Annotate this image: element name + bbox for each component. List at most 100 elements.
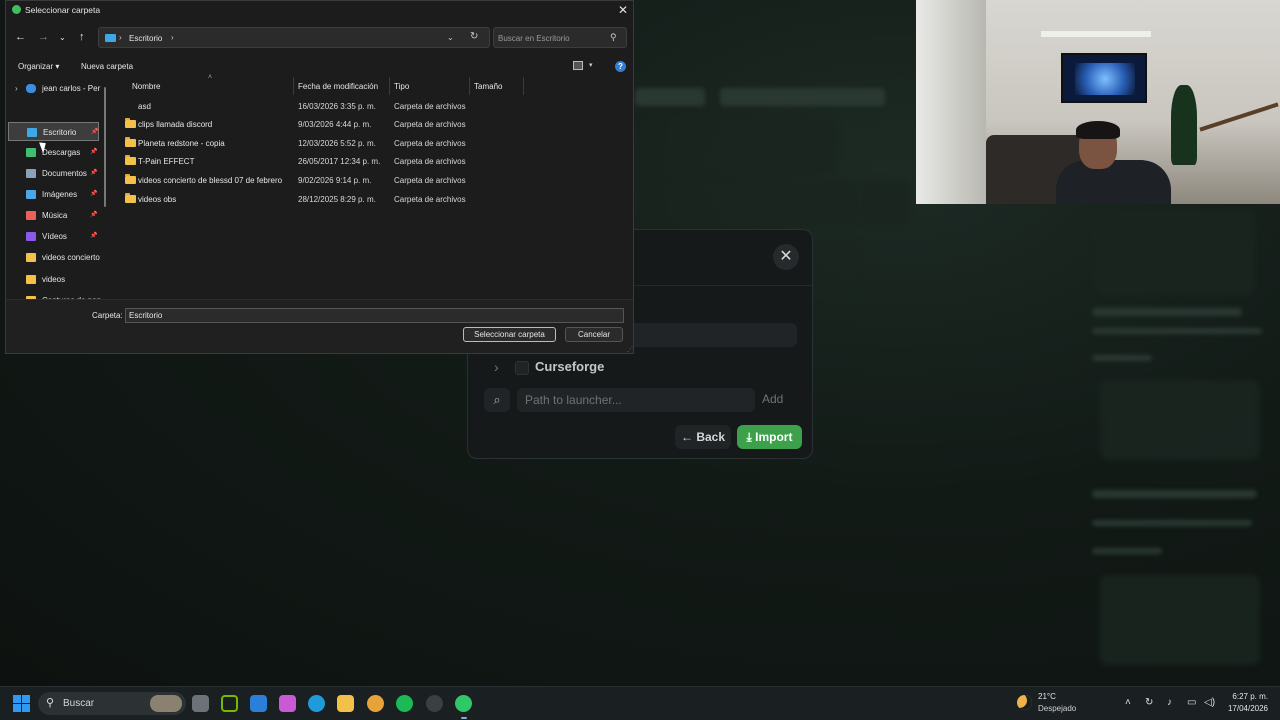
edge-icon[interactable]	[308, 695, 325, 712]
explorer-icon[interactable]	[337, 695, 354, 712]
chevron-up-icon[interactable]: ˄	[1125, 697, 1131, 708]
chevron-down-icon[interactable]: ▾	[589, 61, 593, 69]
temperature[interactable]: 21°C	[1038, 692, 1056, 701]
nav-label: videos	[42, 275, 66, 284]
search-icon[interactable]: ⚲	[610, 32, 617, 43]
back-button[interactable]: ← Back	[675, 425, 731, 449]
select-folder-button[interactable]: Seleccionar carpeta	[463, 327, 556, 342]
folder-search-icon[interactable]: ⌕	[484, 388, 510, 412]
nav-item-im-genes[interactable]: Imágenes 📌	[8, 185, 99, 204]
import-button[interactable]: ⤓ Import	[737, 425, 802, 449]
recent-chevron-icon[interactable]: ⌄	[59, 33, 66, 42]
file-date: 28/12/2025 8:29 p. m.	[298, 195, 376, 204]
nav-item-m-sica[interactable]: Música 📌	[8, 206, 99, 225]
spotify-icon[interactable]	[396, 695, 413, 712]
pin-icon[interactable]: 📌	[90, 232, 97, 239]
nav-scrollbar[interactable]	[104, 87, 106, 207]
title-bar: Seleccionar carpeta ✕	[6, 1, 633, 19]
file-type: Carpeta de archivos	[394, 120, 466, 129]
nav-item-v-deos[interactable]: Vídeos 📌	[8, 227, 99, 246]
sort-up-icon: ˄	[208, 74, 213, 81]
nav-label: Documentos	[42, 169, 87, 178]
documents-icon	[26, 169, 36, 178]
file-row[interactable]: videos obs 28/12/2025 8:29 p. m. Carpeta d…	[120, 191, 480, 209]
pin-icon[interactable]: 📌	[90, 169, 97, 176]
column-type[interactable]: Tipo	[394, 82, 409, 91]
copilot-icon[interactable]	[279, 695, 296, 712]
up-arrow-icon[interactable]: ↑	[79, 31, 85, 43]
nav-label: Vídeos	[42, 232, 67, 241]
back-arrow-icon[interactable]: ←	[15, 31, 26, 43]
chrome-icon[interactable]	[367, 695, 384, 712]
launcher-checkbox[interactable]	[515, 361, 529, 375]
clock-time[interactable]: 6:27 p. m.	[1226, 692, 1268, 701]
column-date[interactable]: Fecha de modificación	[298, 82, 378, 91]
new-folder-button[interactable]: Nueva carpeta	[81, 62, 133, 71]
dialog-footer: Carpeta: Seleccionar carpeta Cancelar ⋰	[6, 299, 633, 353]
organize-menu[interactable]: Organizar ▾	[18, 62, 59, 71]
pin-icon[interactable]: 📌	[90, 190, 97, 197]
chevron-right-icon[interactable]: ›	[171, 33, 174, 42]
file-row[interactable]: T-Pain EFFECT 26/05/2017 12:34 p. m. Carpe…	[120, 153, 480, 171]
pin-icon[interactable]: 📌	[90, 148, 97, 155]
chevron-right-icon[interactable]: ›	[15, 84, 18, 93]
nav-item-capturas-de-pan[interactable]: Capturas de pan	[8, 291, 101, 299]
forward-arrow-icon[interactable]: →	[38, 31, 49, 43]
launcher-option-row[interactable]: › Curseforge	[484, 355, 797, 381]
chevron-down-icon[interactable]: ⌄	[447, 33, 454, 42]
breadcrumb-escritorio[interactable]: Escritorio	[129, 34, 162, 43]
windows-start-icon[interactable]	[13, 695, 30, 712]
pin-icon[interactable]: 📌	[90, 211, 97, 218]
nav-item-documentos[interactable]: Documentos 📌	[8, 164, 99, 183]
steam-icon[interactable]	[426, 695, 443, 712]
chevron-right-icon[interactable]: ›	[119, 33, 122, 42]
folder-name-input[interactable]	[125, 308, 624, 323]
microphone-icon[interactable]: ♪	[1167, 697, 1172, 708]
chevron-right-icon[interactable]: ›	[494, 359, 499, 375]
search-input[interactable]	[498, 31, 606, 45]
launcher-path-input[interactable]	[517, 388, 755, 412]
file-type: Carpeta de archivos	[394, 102, 466, 111]
nav-item-descargas[interactable]: Descargas 📌	[8, 143, 99, 162]
nav-item-videos-concierto[interactable]: videos concierto	[8, 248, 100, 267]
network-icon[interactable]: ▭	[1187, 697, 1196, 708]
pin-icon[interactable]: 📌	[91, 128, 98, 135]
add-button[interactable]: Add	[762, 392, 783, 406]
address-bar[interactable]: › Escritorio › ⌄ ↻	[98, 27, 490, 48]
file-row[interactable]: videos concierto de blessd 07 de febrero…	[120, 172, 480, 190]
file-row[interactable]: asd 16/03/2026 3:35 p. m. Carpeta de archi…	[120, 98, 480, 116]
column-name[interactable]: Nombre	[132, 82, 160, 91]
close-icon[interactable]: ✕	[773, 244, 799, 270]
help-icon[interactable]: ?	[615, 61, 626, 72]
file-name: Planeta redstone - copia	[138, 139, 225, 148]
nav-onedrive[interactable]: › jean carlos - Per	[8, 79, 100, 98]
view-mode-icon[interactable]	[573, 61, 583, 70]
nav-item-escritorio[interactable]: Escritorio 📌	[8, 122, 99, 141]
folder-icon	[26, 253, 36, 262]
task-view-icon[interactable]	[192, 695, 209, 712]
pictures-icon	[26, 190, 36, 199]
column-size[interactable]: Tamaño	[474, 82, 502, 91]
sync-icon[interactable]: ↻	[1145, 697, 1153, 708]
folder-icon	[125, 155, 136, 165]
folder-icon	[125, 174, 136, 184]
moon-icon[interactable]	[1017, 695, 1032, 710]
taskbar-search[interactable]: ⚲ Buscar	[38, 692, 186, 715]
search-box[interactable]: ⚲	[493, 27, 627, 48]
weather-status[interactable]: Despejado	[1038, 704, 1076, 713]
file-row[interactable]: Planeta redstone - copia 12/03/2026 5:52 …	[120, 135, 480, 153]
clock-date[interactable]: 17/04/2026	[1220, 704, 1268, 713]
store-icon[interactable]	[250, 695, 267, 712]
close-icon[interactable]: ✕	[618, 3, 628, 17]
refresh-icon[interactable]: ↻	[470, 31, 478, 42]
nav-label: Escritorio	[43, 128, 77, 137]
nvidia-icon[interactable]	[221, 695, 238, 712]
resize-grip-icon[interactable]: ⋰	[627, 346, 633, 353]
modrinth-icon[interactable]	[455, 695, 472, 712]
volume-icon[interactable]: ◁)	[1204, 697, 1215, 708]
cancel-button[interactable]: Cancelar	[565, 327, 623, 342]
nav-item-videos[interactable]: videos	[8, 270, 99, 289]
folder-icon	[26, 275, 36, 284]
file-row[interactable]: clips llamada discord 9/03/2026 4:44 p. m…	[120, 116, 480, 134]
folder-icon	[125, 137, 136, 147]
